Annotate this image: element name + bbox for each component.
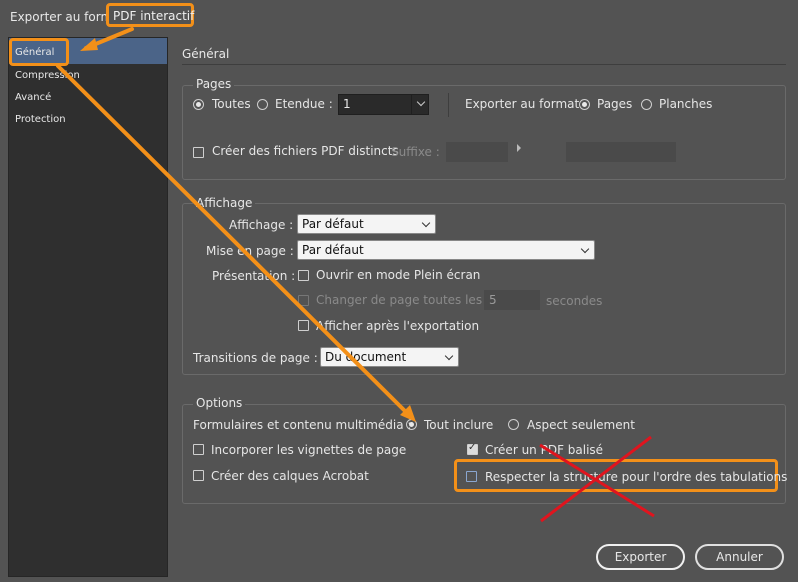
sidebar-item-advanced[interactable]: Avancé [15,92,51,103]
seconds-label: secondes [546,294,603,308]
include-all-label[interactable]: Tout inclure [424,418,493,432]
appearance-only-radio[interactable] [508,419,519,430]
tagged-pdf-label[interactable]: Créer un PDF balisé [485,443,603,457]
cancel-button[interactable]: Annuler [695,544,784,570]
flip-pages-label: Changer de page toutes les : [316,293,490,307]
chevron-down-icon [444,351,454,361]
sidebar-highlight-annotation [9,38,69,66]
embed-thumbnails-label[interactable]: Incorporer les vignettes de page [211,443,406,457]
tab-order-label[interactable]: Respecter la structure pour l'ordre des … [485,470,787,484]
view-select-value: Par défaut [302,217,364,231]
view-select[interactable]: Par défaut [297,214,436,234]
fullscreen-label[interactable]: Ouvrir en mode Plein écran [316,268,480,282]
flip-seconds-input: 5 [484,290,540,310]
page-title: Général [182,47,230,61]
chevron-down-icon [421,218,431,228]
view-after-export-label[interactable]: Afficher après l'exportation [316,319,479,333]
pages-divider [448,93,449,117]
export-spreads-label[interactable]: Planches [659,97,712,111]
layout-select[interactable]: Par défaut [297,240,595,260]
suffix-extra-input [566,142,676,162]
transitions-select[interactable]: Du document [320,347,459,367]
include-all-radio[interactable] [406,419,417,430]
embed-thumbnails-checkbox[interactable] [193,444,204,455]
pages-range-label[interactable]: Etendue : [275,97,333,111]
forms-label: Formulaires et contenu multimédia : [193,418,412,432]
caret-right-icon [517,144,521,152]
options-legend: Options [193,396,246,410]
appearance-only-label[interactable]: Aspect seulement [527,418,635,432]
pages-all-radio[interactable] [193,99,204,110]
fullscreen-checkbox[interactable] [298,270,309,281]
chevron-down-icon [416,97,426,107]
display-legend: Affichage [193,196,256,210]
acrobat-layers-checkbox[interactable] [193,470,204,481]
layout-label: Mise en page : [206,244,294,258]
separate-pdf-label[interactable]: Créer des fichiers PDF distincts [212,144,399,158]
tab-order-checkbox[interactable] [466,471,477,482]
page-range-dropdown[interactable] [411,94,429,115]
view-label: Affichage : [229,218,294,232]
pages-range-radio[interactable] [257,99,268,110]
export-as-label: Exporter au format [465,97,580,111]
layout-select-value: Par défaut [302,243,364,257]
export-button[interactable]: Exporter [596,544,685,570]
presentation-label: Présentation : [212,269,296,283]
transitions-label: Transitions de page : [193,351,318,365]
transitions-select-value: Du document [325,350,407,364]
heading-divider [182,64,786,65]
chevron-down-icon [580,244,590,254]
pages-legend: Pages [193,77,235,91]
separate-pdf-checkbox[interactable] [193,147,204,158]
sidebar-item-compression[interactable]: Compression [15,70,80,81]
flip-pages-checkbox [298,295,309,306]
export-pages-radio[interactable] [579,99,590,110]
acrobat-layers-label[interactable]: Créer des calques Acrobat [211,469,369,483]
dialog-title-highlight: PDF interactif [113,9,195,23]
tagged-pdf-checkbox[interactable] [467,442,478,455]
suffix-label: Suffixe : [391,145,440,159]
suffix-input [446,142,508,162]
page-range-input[interactable]: 1 [338,94,412,115]
pages-all-label[interactable]: Toutes [212,97,251,111]
export-pages-label[interactable]: Pages [597,97,632,111]
view-after-export-checkbox[interactable] [298,320,309,331]
export-spreads-radio[interactable] [641,99,652,110]
sidebar-item-protection[interactable]: Protection [15,114,66,125]
title-highlight-annotation: PDF interactif [106,3,194,27]
